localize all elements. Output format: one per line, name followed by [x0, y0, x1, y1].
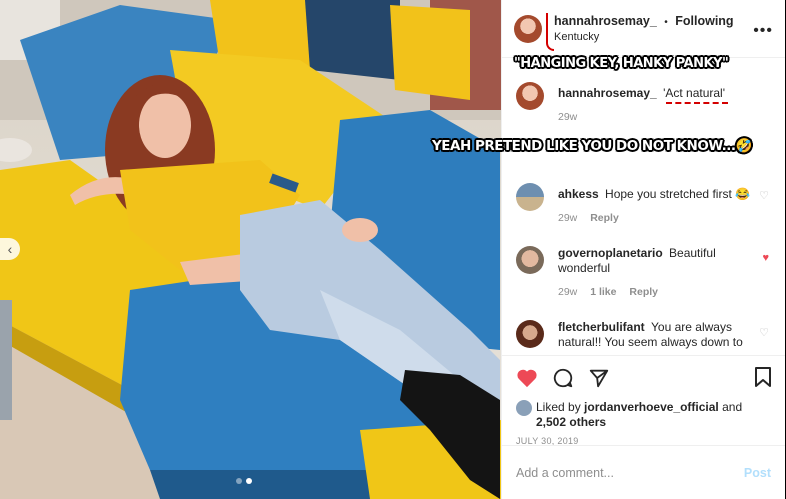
comment-item: ahkess Hope you stretched first 😂 29w Re…	[516, 183, 771, 226]
chevron-left-icon: ‹	[7, 241, 13, 257]
liked-by-line[interactable]: Liked by jordanverhoeve_official and 2,5…	[516, 400, 771, 430]
post-comment-button[interactable]: Post	[744, 466, 771, 480]
comment-text: Hope you stretched first 😂	[605, 187, 751, 201]
comment-item: fletcherbulifant You are always natural!…	[516, 320, 771, 350]
comment-meta: 29w 1 like Reply	[558, 285, 771, 300]
action-icons	[516, 364, 771, 392]
author-avatar[interactable]	[514, 14, 542, 43]
comments-list[interactable]: hannahrosemay_ 'Act natural' 29w ahkess …	[502, 58, 785, 354]
meme-caption-top: "HANGING KEY, HANKY PANKY"	[514, 56, 729, 71]
carousel-dot-active	[246, 478, 252, 484]
liker-username[interactable]: jordanverhoeve_official	[584, 400, 719, 414]
following-button[interactable]: Following	[675, 14, 733, 28]
post-header: hannahrosemay_ • Following Kentucky •••	[502, 0, 785, 58]
caption-avatar[interactable]	[516, 82, 544, 110]
caption: hannahrosemay_ 'Act natural' 29w	[516, 82, 771, 125]
add-comment-bar: Add a comment... Post	[502, 445, 785, 499]
comment-body: ahkess Hope you stretched first 😂 29w Re…	[558, 183, 771, 226]
comment-like-count[interactable]: 1 like	[590, 286, 616, 298]
author-username[interactable]: hannahrosemay_	[554, 14, 657, 28]
caption-age: 29w	[558, 111, 578, 123]
caption-meta: 29w	[558, 110, 771, 125]
share-plane-icon[interactable]	[588, 367, 610, 389]
carousel-indicator	[236, 478, 252, 484]
caption-text: 'Act natural'	[663, 86, 726, 100]
photo-illustration	[0, 0, 501, 499]
reply-button[interactable]: Reply	[590, 212, 619, 224]
comment-like-heart-icon[interactable]: ♡	[759, 189, 769, 202]
comment-liked-heart-icon[interactable]: ♥	[762, 252, 769, 264]
commenter-avatar[interactable]	[516, 183, 544, 211]
comment-bubble-icon[interactable]	[552, 367, 574, 389]
bookmark-icon[interactable]	[753, 366, 773, 388]
caption-body: hannahrosemay_ 'Act natural' 29w	[558, 82, 771, 125]
carousel-dot	[236, 478, 242, 484]
commenter-username[interactable]: ahkess	[558, 187, 599, 201]
comment-item: governoplanetario Beautiful wonderful 29…	[516, 246, 771, 300]
meme-caption-middle: YEAH PRETEND LIKE YOU DO NOT KNOW...🤣	[432, 138, 752, 154]
comment-like-heart-icon[interactable]: ♡	[759, 326, 769, 339]
author-info: hannahrosemay_ • Following Kentucky	[554, 14, 734, 44]
commenter-avatar[interactable]	[516, 246, 544, 274]
liked-by-prefix: Liked by	[536, 400, 581, 414]
like-heart-icon[interactable]	[516, 368, 538, 388]
post-sidebar: hannahrosemay_ • Following Kentucky ••• …	[501, 0, 785, 499]
more-options-icon[interactable]: •••	[753, 22, 773, 40]
comment-meta: 29w Reply	[558, 211, 771, 226]
comment-age: 29w	[558, 286, 578, 298]
separator-dot: •	[664, 16, 668, 28]
commenter-avatar[interactable]	[516, 320, 544, 348]
reply-button[interactable]: Reply	[629, 286, 658, 298]
location-link[interactable]: Kentucky	[554, 30, 734, 44]
comment-age: 29w	[558, 212, 578, 224]
commenter-username[interactable]: governoplanetario	[558, 246, 663, 260]
post-actions: Liked by jordanverhoeve_official and 2,5…	[502, 355, 785, 446]
annotation-underline	[666, 102, 728, 104]
likes-count[interactable]: 2,502 others	[536, 415, 606, 429]
add-comment-input[interactable]: Add a comment...	[516, 466, 744, 480]
comment-body: governoplanetario Beautiful wonderful 29…	[558, 246, 771, 300]
commenter-username[interactable]: fletcherbulifant	[558, 320, 645, 334]
comment-body: fletcherbulifant You are always natural!…	[558, 320, 771, 350]
liked-by-conjunction: and	[722, 400, 743, 414]
post-photo[interactable]: ‹	[0, 0, 501, 499]
annotation-scribble	[546, 13, 554, 51]
caption-username[interactable]: hannahrosemay_	[558, 86, 657, 100]
liker-avatar	[516, 400, 532, 416]
